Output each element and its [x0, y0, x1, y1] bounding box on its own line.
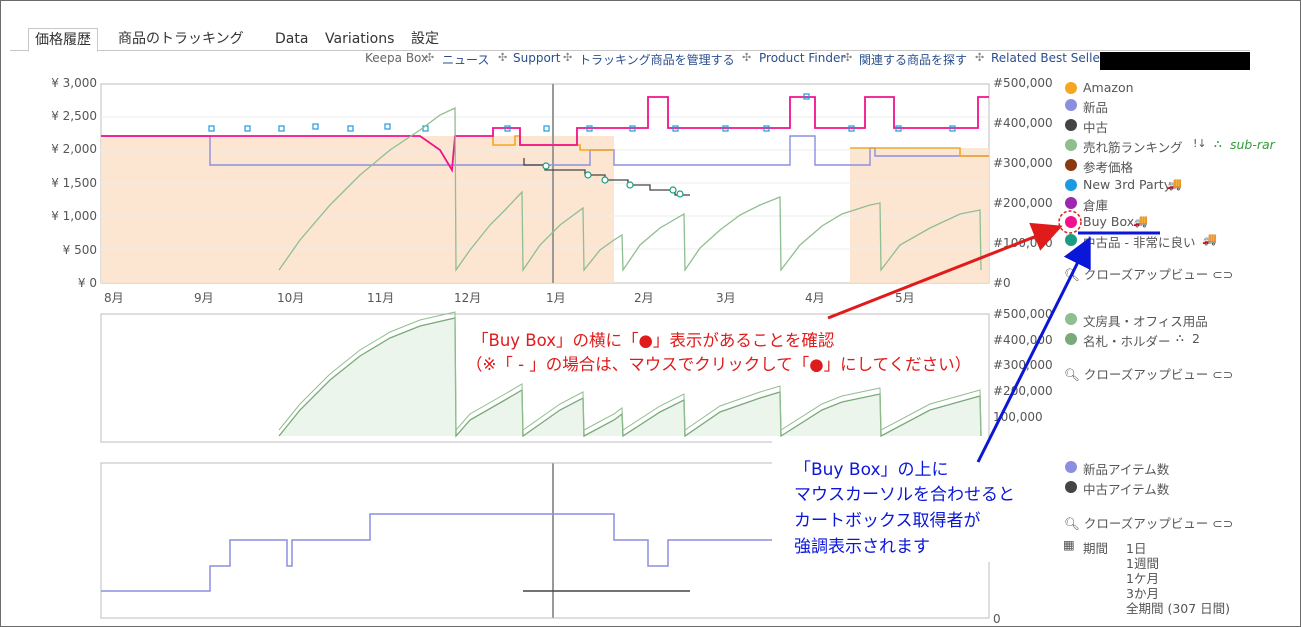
- buybox-highlight-circle: [1058, 210, 1082, 234]
- blue-arrow: [976, 236, 1091, 463]
- red-arrow: [827, 222, 1063, 320]
- annotation-arrows: [827, 210, 1160, 463]
